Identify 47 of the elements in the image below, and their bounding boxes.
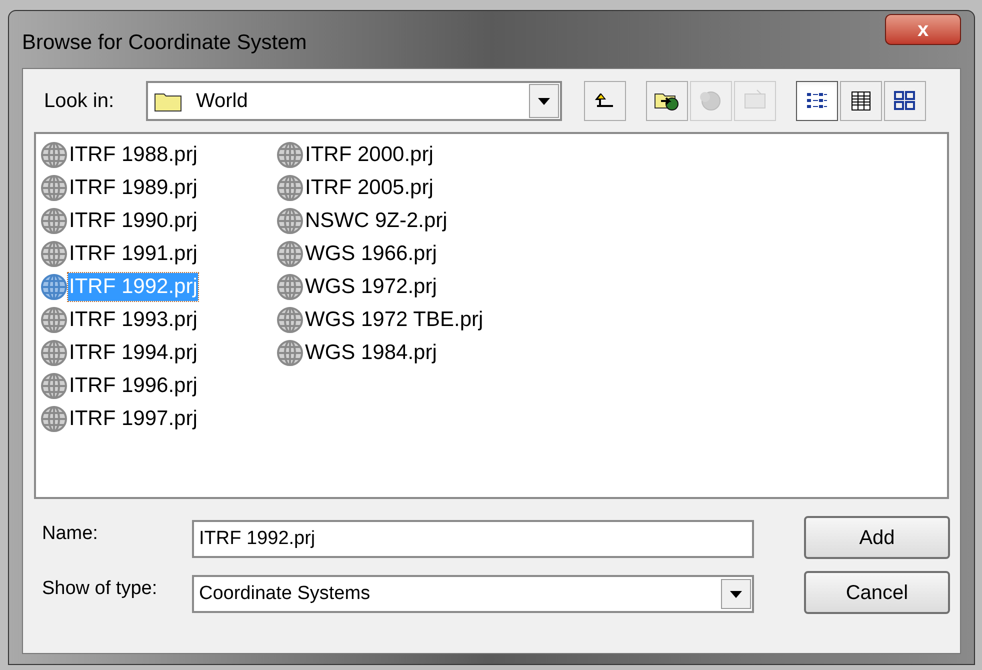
file-item[interactable]: ITRF 1988.prj <box>68 141 198 169</box>
globe-icon <box>40 141 68 169</box>
file-item[interactable]: ITRF 2000.prj <box>304 141 434 169</box>
look-in-label: Look in: <box>44 89 116 114</box>
globe-icon <box>40 240 68 268</box>
globe-icon <box>40 273 68 301</box>
globe-icon <box>40 339 68 367</box>
window-title: Browse for Coordinate System <box>22 30 307 56</box>
globe-icon <box>276 207 304 235</box>
globe-icon <box>40 306 68 334</box>
globe-icon <box>276 339 304 367</box>
file-item[interactable]: WGS 1966.prj <box>304 240 438 268</box>
name-label: Name: <box>42 522 99 546</box>
dialog-button[interactable]: Add <box>804 516 950 559</box>
globe-icon <box>40 405 68 433</box>
file-item[interactable]: ITRF 1993.prj <box>68 306 198 334</box>
file-item[interactable]: NSWC 9Z-2.prj <box>304 207 448 235</box>
name-field[interactable]: ITRF 1992.prj <box>192 520 754 558</box>
file-item[interactable]: WGS 1984.prj <box>304 339 438 367</box>
list-view-button[interactable] <box>796 81 838 121</box>
show-of-type-label: Show of type: <box>42 576 158 601</box>
globe-icon <box>40 372 68 400</box>
thumbnails-view-button[interactable] <box>884 81 926 121</box>
file-item[interactable]: ITRF 1994.prj <box>68 339 198 367</box>
globe-icon <box>276 174 304 202</box>
file-item[interactable]: WGS 1972 TBE.prj <box>304 306 484 334</box>
globe-icon <box>276 141 304 169</box>
dialog-button[interactable]: Cancel <box>804 571 950 614</box>
file-item[interactable]: ITRF 1997.prj <box>68 405 198 433</box>
file-item[interactable]: ITRF 1996.prj <box>68 372 198 400</box>
globe-icon <box>40 174 68 202</box>
globe-icon <box>276 240 304 268</box>
file-item[interactable]: ITRF 1989.prj <box>68 174 198 202</box>
folder-globe-button[interactable] <box>646 81 688 121</box>
look-in-value: World <box>196 89 249 114</box>
file-item[interactable]: WGS 1972.prj <box>304 273 438 301</box>
file-item[interactable]: ITRF 2005.prj <box>304 174 434 202</box>
globe-icon <box>276 306 304 334</box>
details-view-button[interactable] <box>840 81 882 121</box>
globe-icon <box>276 273 304 301</box>
look-in-dropdown[interactable]: World <box>146 81 562 121</box>
up-arrow-button[interactable] <box>584 81 626 121</box>
file-item[interactable]: ITRF 1990.prj <box>68 207 198 235</box>
file-item[interactable]: ITRF 1991.prj <box>68 240 198 268</box>
close-button[interactable]: x <box>885 14 961 45</box>
type-dropdown[interactable]: Coordinate Systems <box>192 575 754 613</box>
globe-icon <box>40 207 68 235</box>
